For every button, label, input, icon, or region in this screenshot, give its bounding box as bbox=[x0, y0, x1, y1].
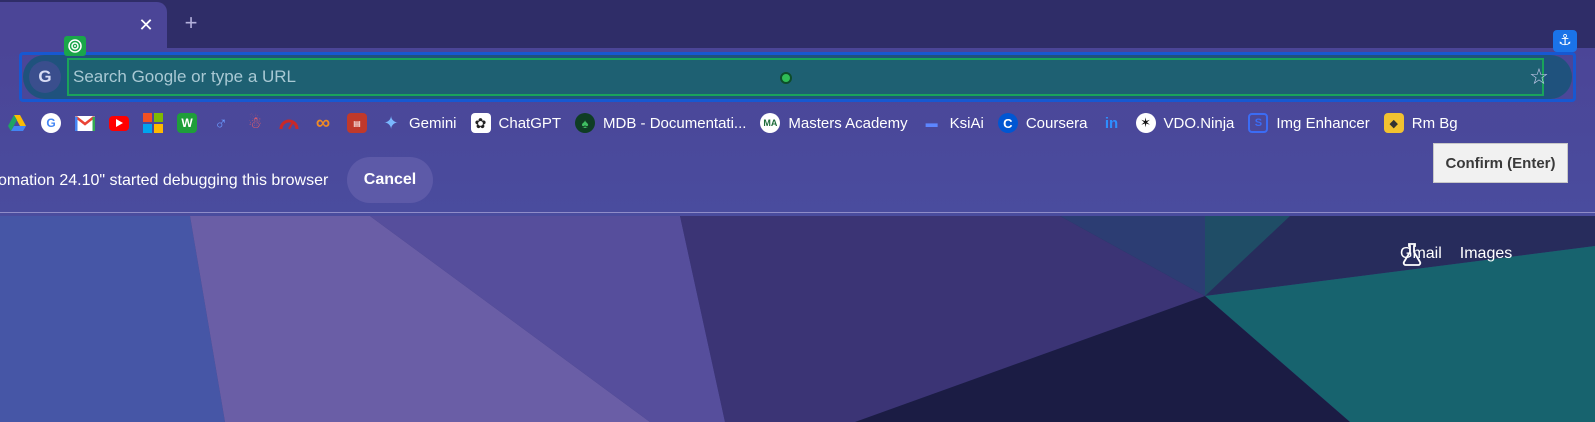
coursera-icon: C bbox=[997, 113, 1018, 133]
bookmark-gemini[interactable]: ✦ Gemini bbox=[374, 109, 464, 137]
infinity-icon: ∞ bbox=[315, 111, 331, 134]
bookmark-masters-academy[interactable]: MA Masters Academy bbox=[753, 109, 914, 137]
bookmark-label: KsiAi bbox=[949, 114, 984, 132]
bookmark-youtube[interactable] bbox=[102, 109, 136, 137]
bookmark-microsoft[interactable] bbox=[136, 109, 170, 137]
masters-academy-icon: MA bbox=[760, 113, 781, 133]
bookmark-label: VDO.Ninja bbox=[1163, 114, 1235, 132]
bookmark-img-enhancer[interactable]: S Img Enhancer bbox=[1241, 109, 1376, 137]
microsoft-icon bbox=[143, 113, 163, 133]
img-enhancer-icon: S bbox=[1248, 113, 1269, 133]
labs-flask-icon[interactable] bbox=[1402, 242, 1554, 266]
close-tab-icon[interactable]: ✕ bbox=[136, 15, 156, 35]
google-drive-icon bbox=[7, 113, 27, 133]
bookmark-label: Coursera bbox=[1025, 114, 1088, 132]
bookmark-rm-bg[interactable]: ◆ Rm Bg bbox=[1377, 109, 1465, 137]
bookmark-green-app[interactable]: W bbox=[170, 109, 204, 137]
new-tab-button[interactable]: + bbox=[180, 12, 202, 34]
bookmark-speedometer[interactable] bbox=[272, 109, 306, 137]
address-bar-input[interactable] bbox=[67, 58, 1544, 96]
speedometer-icon bbox=[279, 113, 299, 133]
browser-toolbar: G ☆ G W bbox=[0, 48, 1595, 216]
gmail-icon bbox=[75, 113, 95, 133]
debugging-message: omation 24.10" started debugging this br… bbox=[0, 172, 329, 189]
ksiai-icon: ▬ bbox=[925, 116, 938, 130]
bookmark-book[interactable]: ▤ bbox=[340, 109, 374, 137]
bookmark-coursera[interactable]: C Coursera bbox=[991, 109, 1095, 137]
anchor-icon[interactable]: ⚓ bbox=[1553, 30, 1577, 52]
youtube-icon bbox=[109, 115, 129, 131]
bookmark-ksiai[interactable]: ▬ KsiAi bbox=[915, 109, 991, 137]
linkedin-icon: in bbox=[1104, 114, 1119, 132]
google-icon: G bbox=[41, 113, 61, 133]
background-image bbox=[0, 216, 1595, 422]
bookmark-star-icon[interactable]: ☆ bbox=[1526, 64, 1552, 90]
bookmark-label: Rm Bg bbox=[1411, 114, 1458, 132]
cursor-indicator-icon bbox=[780, 72, 792, 84]
bookmark-label: ChatGPT bbox=[498, 114, 562, 132]
bookmark-label: Masters Academy bbox=[788, 114, 908, 132]
bookmark-mongodb[interactable]: ♠ MDB - Documentati... bbox=[568, 109, 753, 137]
bookmark-google-drive[interactable] bbox=[0, 109, 34, 137]
bookmarks-bar: G W ♂ ☃ ∞ ▤ ✦ Gemini ✿ ChatGPT ♠ MDB - D… bbox=[0, 106, 1465, 140]
santa-icon: ☃ bbox=[247, 115, 263, 132]
mongodb-icon: ♠ bbox=[575, 113, 596, 133]
tab-strip: ✕ + bbox=[0, 0, 1595, 48]
chatgpt-icon: ✿ bbox=[470, 113, 491, 133]
top-links: Gmail Images bbox=[1400, 242, 1554, 266]
bookmark-santa[interactable]: ☃ bbox=[238, 109, 272, 137]
bookmark-gmail[interactable] bbox=[68, 109, 102, 137]
new-tab-page: Gmail Images bbox=[0, 216, 1595, 422]
cancel-debugging-button[interactable]: Cancel bbox=[347, 157, 433, 203]
green-app-icon: W bbox=[177, 113, 197, 133]
bookmark-google[interactable]: G bbox=[34, 109, 68, 137]
bookmark-linkedin[interactable]: in bbox=[1095, 109, 1129, 137]
book-icon: ▤ bbox=[347, 113, 367, 133]
rm-bg-icon: ◆ bbox=[1383, 113, 1404, 133]
bookmark-label: MDB - Documentati... bbox=[603, 114, 747, 132]
google-search-engine-icon[interactable]: G bbox=[29, 61, 61, 93]
omnibox[interactable]: G ☆ bbox=[23, 55, 1572, 99]
toolbar-divider bbox=[0, 212, 1595, 213]
bookmark-label: Img Enhancer bbox=[1276, 114, 1370, 132]
images-link[interactable]: Images bbox=[1460, 245, 1512, 263]
bookmark-chatgpt[interactable]: ✿ ChatGPT bbox=[464, 109, 569, 137]
bookmark-label: Gemini bbox=[409, 114, 457, 132]
vdo-ninja-icon: ✶ bbox=[1135, 113, 1156, 133]
bookmark-vdo-ninja[interactable]: ✶ VDO.Ninja bbox=[1129, 109, 1242, 137]
blue-app-icon: ♂ bbox=[214, 112, 228, 133]
target-extension-icon[interactable] bbox=[64, 36, 86, 56]
confirm-tooltip: Confirm (Enter) bbox=[1433, 143, 1568, 183]
bookmark-infinity[interactable]: ∞ bbox=[306, 109, 340, 137]
bookmark-blue-app[interactable]: ♂ bbox=[204, 109, 238, 137]
gemini-icon: ✦ bbox=[383, 112, 399, 133]
